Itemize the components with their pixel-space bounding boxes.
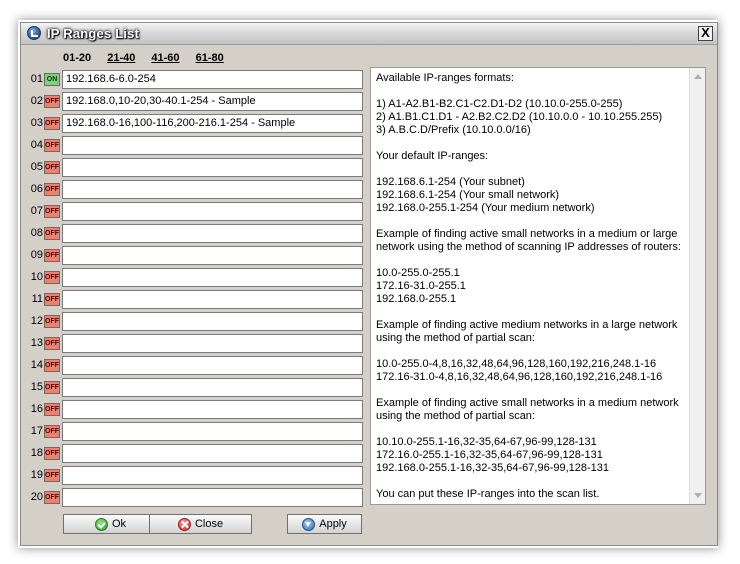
ip-range-input[interactable]	[62, 312, 363, 331]
row-toggle[interactable]: OFF	[44, 315, 60, 328]
close-button[interactable]: Close	[149, 514, 252, 534]
row-number: 14	[30, 359, 43, 371]
check-icon	[94, 517, 108, 531]
page-tabs: 01-20 21-40 41-60 61-80	[63, 52, 237, 64]
window-title: IP Ranges List	[47, 26, 140, 41]
help-paragraph: Your default IP-ranges:	[376, 150, 489, 162]
ip-range-input[interactable]	[62, 422, 363, 441]
tab-61-80[interactable]: 61-80	[196, 52, 224, 64]
row-number: 02	[30, 95, 43, 107]
row-toggle[interactable]: OFF	[44, 381, 60, 394]
row-toggle[interactable]: OFF	[44, 205, 60, 218]
row-toggle[interactable]: OFF	[44, 139, 60, 152]
help-scrollbar[interactable]	[689, 68, 705, 504]
ip-range-input[interactable]	[62, 136, 363, 155]
scroll-down-icon[interactable]	[694, 493, 702, 498]
ip-range-input[interactable]	[62, 290, 363, 309]
row-toggle[interactable]: OFF	[44, 337, 60, 350]
row-number: 06	[30, 183, 43, 195]
ip-range-input[interactable]	[62, 334, 363, 353]
help-paragraph: 10.10.0-255.1-16,32-35,64-67,96-99,128-1…	[376, 436, 610, 474]
ip-range-input[interactable]	[62, 488, 363, 507]
row-toggle[interactable]: OFF	[44, 359, 60, 372]
row-number: 16	[30, 403, 43, 415]
row-toggle[interactable]: OFF	[44, 161, 60, 174]
row-number: 20	[30, 491, 43, 503]
help-paragraph: Example of finding active small networks…	[376, 228, 681, 253]
row-toggle[interactable]: OFF	[44, 491, 60, 504]
ip-range-input[interactable]	[62, 180, 363, 199]
ip-range-input[interactable]	[62, 356, 363, 375]
row-toggle[interactable]: OFF	[44, 227, 60, 240]
row-number: 18	[30, 447, 43, 459]
row-toggle[interactable]: OFF	[44, 183, 60, 196]
app-logo-icon	[27, 26, 41, 40]
title-bar[interactable]: IP Ranges List X	[21, 23, 717, 45]
row-number: 05	[30, 161, 43, 173]
ip-range-input[interactable]	[62, 444, 363, 463]
row-toggle[interactable]: OFF	[44, 95, 60, 108]
row-number: 04	[30, 139, 43, 151]
ip-range-input[interactable]	[62, 268, 363, 287]
row-number: 10	[30, 271, 43, 283]
help-paragraph: 10.0-255.0-255.1 172.16-31.0-255.1 192.1…	[376, 267, 466, 305]
download-arrow-icon	[302, 517, 316, 531]
help-paragraph: 10.0-255.0-4,8,16,32,48,64,96,128,160,19…	[376, 358, 663, 383]
ip-range-input[interactable]	[62, 224, 363, 243]
cancel-icon	[177, 517, 191, 531]
ip-range-input[interactable]	[62, 202, 363, 221]
tab-01-20[interactable]: 01-20	[63, 52, 91, 64]
row-number: 13	[30, 337, 43, 349]
tab-21-40[interactable]: 21-40	[107, 52, 135, 64]
row-number: 15	[30, 381, 43, 393]
ip-range-input[interactable]	[62, 466, 363, 485]
ip-range-input[interactable]: 192.168.0,10-20,30-40.1-254 - Sample	[62, 92, 363, 111]
row-number: 08	[30, 227, 43, 239]
ok-label: Ok	[111, 518, 127, 530]
row-toggle[interactable]: OFF	[44, 403, 60, 416]
row-number: 17	[30, 425, 43, 437]
row-toggle[interactable]: ON	[44, 73, 60, 86]
scroll-up-icon[interactable]	[694, 74, 702, 79]
apply-button[interactable]: Apply	[287, 514, 362, 534]
ip-ranges-window: IP Ranges List X 01-20 21-40 41-60 61-80…	[20, 22, 718, 546]
help-paragraph: Example of finding active small networks…	[376, 397, 679, 422]
ip-range-input[interactable]	[62, 158, 363, 177]
help-text-panel: Available IP-ranges formats: 1) A1-A2.B1-…	[370, 67, 706, 505]
row-toggle[interactable]: OFF	[44, 469, 60, 482]
help-paragraph: 1) A1-A2.B1-B2.C1-C2.D1-D2 (10.10.0-255.…	[376, 98, 663, 136]
ok-button[interactable]: Ok	[63, 514, 158, 534]
help-paragraph: 192.168.6.1-254 (Your subnet) 192.168.6.…	[376, 176, 595, 214]
help-paragraph: Available IP-ranges formats:	[376, 72, 514, 84]
window-close-button[interactable]: X	[698, 26, 713, 41]
row-toggle[interactable]: OFF	[44, 249, 60, 262]
row-number: 07	[30, 205, 43, 217]
row-toggle[interactable]: OFF	[44, 447, 60, 460]
ip-range-input[interactable]: 192.168.0-16,100-116,200-216.1-254 - Sam…	[62, 114, 363, 133]
apply-label: Apply	[319, 518, 347, 530]
help-text: Available IP-ranges formats: 1) A1-A2.B1-…	[376, 72, 686, 504]
row-number: 19	[30, 469, 43, 481]
close-label: Close	[194, 518, 224, 530]
row-toggle[interactable]: OFF	[44, 425, 60, 438]
row-toggle[interactable]: OFF	[44, 293, 60, 306]
ip-range-input[interactable]: 192.168.6-6.0-254	[62, 70, 363, 89]
row-number: 11	[31, 293, 43, 305]
ip-range-input[interactable]	[62, 378, 363, 397]
row-number: 01	[30, 73, 43, 85]
row-toggle[interactable]: OFF	[44, 271, 60, 284]
row-number: 09	[30, 249, 43, 261]
ip-range-input[interactable]	[62, 246, 363, 265]
row-number: 12	[30, 315, 43, 327]
tab-41-60[interactable]: 41-60	[151, 52, 179, 64]
help-paragraph: You can put these IP-ranges into the sca…	[376, 488, 600, 500]
help-paragraph: Example of finding active medium network…	[376, 319, 678, 344]
row-toggle[interactable]: OFF	[44, 117, 60, 130]
ip-range-input[interactable]	[62, 400, 363, 419]
row-number: 03	[30, 117, 43, 129]
